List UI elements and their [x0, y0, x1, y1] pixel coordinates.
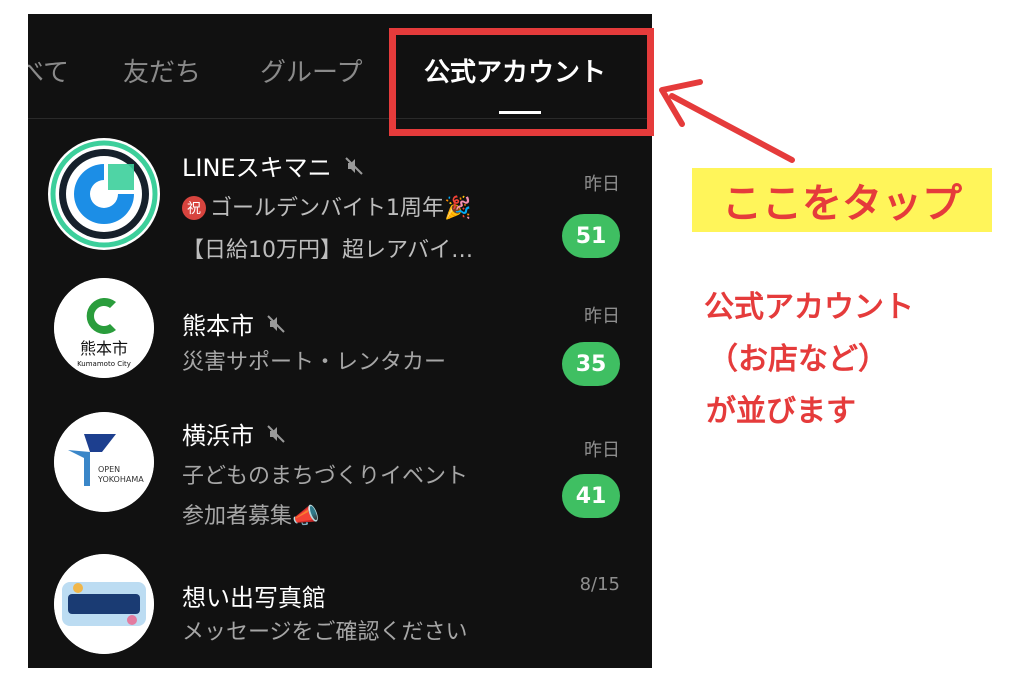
chat-preview-line2: 参加者募集📣 [182, 504, 320, 529]
chat-name: LINEスキマニ [182, 148, 364, 183]
tab-all[interactable]: べて [28, 52, 69, 89]
avatar: 熊本市 Kumamoto City [54, 278, 154, 378]
chat-time: 昨日 [584, 440, 620, 461]
chat-row-kumamoto[interactable]: 熊本市 Kumamoto City 熊本市 災害サポート・レンタカー 昨日 35 [28, 272, 652, 394]
chat-row-skimani[interactable]: LINEスキマニ 祝ゴールデンバイト1周年🎉 【日給10万円】超レアバイ… 昨日… [28, 132, 652, 264]
chat-row-omoide[interactable]: 想い出写真館 メッセージをご確認ください 8/15 [28, 548, 652, 666]
chat-time: 昨日 [584, 306, 620, 327]
unread-badge: 35 [562, 342, 620, 386]
avatar-label-1: OPEN [98, 465, 120, 474]
highlight-box [389, 28, 654, 136]
caption-line-2: （お店など） [708, 342, 888, 377]
tap-here-label: ここをタップ [692, 168, 992, 232]
chat-name-text: 横浜市 [182, 422, 254, 450]
chat-name-text: 熊本市 [182, 312, 254, 340]
caption-line-1: 公式アカウント [704, 290, 914, 325]
chat-name: 横浜市 [182, 416, 286, 451]
unread-badge: 51 [562, 214, 620, 258]
yokohama-logo-icon: OPEN YOKOHAMA [54, 412, 154, 512]
chat-row-yokohama[interactable]: OPEN YOKOHAMA 横浜市 子どものまちづくりイベント 参加者募集📣 昨… [28, 402, 652, 540]
tab-groups[interactable]: グループ [260, 52, 362, 89]
unread-badge: 41 [562, 474, 620, 518]
omoide-logo-icon [54, 554, 154, 654]
chat-preview-line2: 【日給10万円】超レアバイ… [182, 238, 474, 263]
chat-name-text: LINEスキマニ [182, 154, 332, 182]
preview-text: ゴールデンバイト1周年🎉 [210, 196, 472, 221]
avatar: OPEN YOKOHAMA [54, 412, 154, 512]
kumamoto-logo-icon: 熊本市 Kumamoto City [54, 278, 154, 378]
avatar-label: 熊本市 [80, 339, 128, 358]
chat-name: 想い出写真館 [182, 578, 326, 613]
mute-icon [344, 156, 363, 175]
mute-icon [267, 424, 285, 443]
avatar-label-2: YOKOHAMA [97, 475, 144, 484]
celebration-badge: 祝 [182, 196, 206, 220]
chat-name: 熊本市 [182, 306, 286, 341]
caption-line-3: が並びます [706, 394, 856, 429]
avatar [48, 138, 160, 250]
annotation-caption: 公式アカウント （お店など） が並びます [700, 282, 1010, 438]
tab-friends[interactable]: 友だち [123, 52, 201, 89]
avatar [54, 554, 154, 654]
avatar-sublabel: Kumamoto City [77, 360, 131, 368]
chat-preview-line1: 子どものまちづくりイベント [182, 464, 469, 489]
chat-time: 8/15 [579, 574, 620, 595]
chat-time: 昨日 [584, 174, 620, 195]
chat-preview-line1: メッセージをご確認ください [182, 620, 468, 645]
chat-preview-line1: 祝ゴールデンバイト1周年🎉 [182, 190, 471, 222]
skimani-logo-icon [50, 140, 158, 248]
chat-preview-line1: 災害サポート・レンタカー [182, 350, 447, 375]
chat-name-text: 想い出写真館 [182, 584, 326, 612]
mute-icon [267, 314, 285, 333]
